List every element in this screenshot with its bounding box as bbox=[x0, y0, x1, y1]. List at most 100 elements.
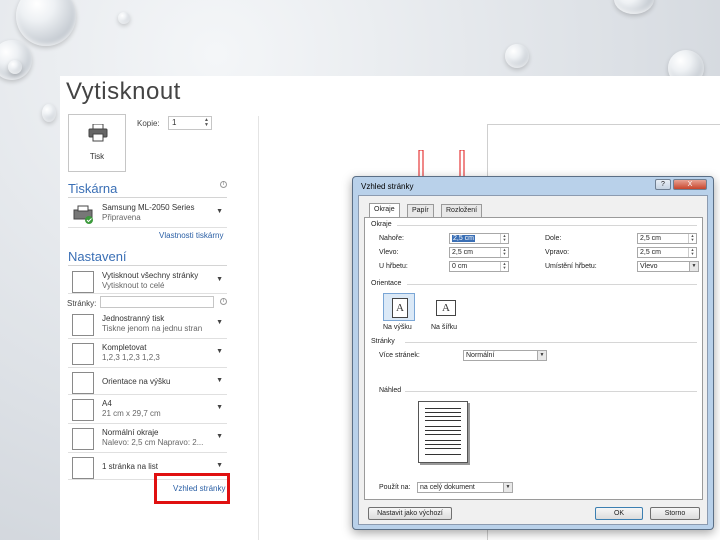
printer-section-heading: Tiskárna bbox=[68, 181, 118, 196]
setting-line1: 1 stránka na list bbox=[102, 462, 159, 471]
printer-properties-link[interactable]: Vlastnosti tiskárny bbox=[159, 231, 223, 240]
setting-line1: Vytisknout všechny stránky bbox=[102, 271, 199, 280]
document-pages-icon bbox=[72, 271, 94, 293]
one-sided-icon bbox=[72, 314, 94, 336]
preview-line bbox=[425, 448, 461, 449]
landscape-icon: A bbox=[436, 300, 456, 316]
landscape-option[interactable]: A bbox=[429, 293, 461, 321]
help-button[interactable]: ? bbox=[655, 179, 671, 190]
portrait-label: Na výšku bbox=[383, 324, 412, 331]
info-icon[interactable]: i bbox=[220, 181, 227, 188]
gutter-value: 0 cm bbox=[452, 263, 468, 270]
tab-paper[interactable]: Papír bbox=[407, 204, 434, 217]
spinner[interactable]: ▲ ▼ bbox=[688, 248, 696, 257]
chevron-down-icon: ▼ bbox=[689, 262, 698, 271]
water-drop bbox=[118, 12, 130, 24]
preview-thumbnail bbox=[418, 401, 468, 463]
setting-line2: 21 cm x 29,7 cm bbox=[102, 409, 161, 418]
highlight-box bbox=[154, 473, 230, 504]
spinner[interactable]: ▲ ▼ bbox=[500, 248, 508, 257]
gutter-position-value: Vlevo bbox=[640, 263, 658, 270]
divider bbox=[405, 342, 697, 343]
info-icon[interactable]: i bbox=[220, 298, 227, 305]
portrait-icon bbox=[72, 372, 94, 394]
paper-size-select[interactable]: A4 21 cm x 29,7 cm ▼ bbox=[68, 396, 227, 424]
print-range-select[interactable]: Vytisknout všechny stránky Vytisknout to… bbox=[68, 268, 227, 294]
ok-button[interactable]: OK bbox=[595, 507, 643, 520]
spinner[interactable]: ▲ ▼ bbox=[688, 234, 696, 243]
tab-margins[interactable]: Okraje bbox=[369, 203, 400, 218]
print-button[interactable]: Tisk bbox=[68, 114, 126, 172]
right-margin-input[interactable]: 2,5 cm ▲ ▼ bbox=[637, 247, 697, 258]
orientation-select[interactable]: Orientace na výšku ▼ bbox=[68, 369, 227, 395]
paper-size-icon bbox=[72, 399, 94, 421]
sides-select[interactable]: Jednostranný tisk Tiskne jenom na jednu … bbox=[68, 311, 227, 339]
divider bbox=[407, 284, 697, 285]
set-as-default-button[interactable]: Nastavit jako výchozí bbox=[368, 507, 452, 520]
chevron-down-icon: ▼ bbox=[503, 483, 512, 492]
portrait-option[interactable]: A bbox=[383, 293, 415, 321]
copies-input[interactable]: 1 ▲ ▼ bbox=[168, 116, 212, 130]
pages-input[interactable] bbox=[100, 296, 214, 308]
tab-layout[interactable]: Rozložení bbox=[441, 204, 483, 217]
copies-spinner[interactable]: ▲ ▼ bbox=[203, 118, 210, 128]
top-margin-input[interactable]: 2,5 cm ▲ ▼ bbox=[449, 233, 509, 244]
setting-line1: Orientace na výšku bbox=[102, 377, 171, 386]
divider bbox=[68, 265, 227, 266]
collate-icon bbox=[72, 343, 94, 365]
gutter-input[interactable]: 0 cm ▲ ▼ bbox=[449, 261, 509, 272]
chevron-down-icon: ▼ bbox=[216, 404, 223, 411]
chevron-down-icon: ▼ bbox=[216, 208, 223, 215]
collate-select[interactable]: Kompletovat 1,2,3 1,2,3 1,2,3 ▼ bbox=[68, 340, 227, 368]
dialog-title: Vzhled stránky bbox=[361, 182, 414, 191]
divider bbox=[258, 116, 259, 540]
left-margin-input[interactable]: 2,5 cm ▲ ▼ bbox=[449, 247, 509, 258]
chevron-down-icon: ▼ bbox=[216, 276, 223, 283]
apply-to-value: na celý dokument bbox=[420, 484, 475, 491]
setting-line2: Tiskne jenom na jednu stran bbox=[102, 324, 203, 333]
margins-select[interactable]: Normální okraje Nalevo: 2,5 cm Napravo: … bbox=[68, 425, 227, 453]
settings-section-heading: Nastavení bbox=[68, 249, 127, 264]
multiple-pages-select[interactable]: Normální ▼ bbox=[463, 350, 547, 361]
preview-line bbox=[425, 416, 461, 417]
cancel-button[interactable]: Storno bbox=[650, 507, 700, 520]
setting-line2: 1,2,3 1,2,3 1,2,3 bbox=[102, 353, 160, 362]
gutter-position-select[interactable]: Vlevo ▼ bbox=[637, 261, 699, 272]
setting-line1: Normální okraje bbox=[102, 428, 159, 437]
left-margin-label: Vlevo: bbox=[379, 249, 399, 256]
bottom-margin-input[interactable]: 2,5 cm ▲ ▼ bbox=[637, 233, 697, 244]
water-drop bbox=[42, 104, 56, 122]
copies-label: Kopie: bbox=[137, 119, 160, 128]
chevron-down-icon: ▼ bbox=[216, 348, 223, 355]
right-margin-label: Vpravo: bbox=[545, 249, 570, 256]
dialog-body: Okraje Papír Rozložení Okraje Nahoře: 2,… bbox=[358, 195, 708, 525]
margins-tab-panel: Okraje Nahoře: 2,5 cm ▲ ▼ Dole: 2,5 cm ▲ ▼… bbox=[364, 217, 703, 500]
setting-line1: Kompletovat bbox=[102, 343, 147, 352]
top-margin-value: 2,5 cm bbox=[452, 235, 476, 242]
page-title: Vytisknout bbox=[66, 78, 181, 105]
setting-line1: Jednostranný tisk bbox=[102, 314, 165, 323]
water-drop bbox=[8, 60, 22, 74]
divider bbox=[68, 197, 227, 198]
orientation-group-label: Orientace bbox=[371, 280, 402, 287]
preview-line bbox=[425, 412, 461, 413]
preview-group-label: Náhled bbox=[379, 387, 402, 394]
spinner[interactable]: ▲ ▼ bbox=[500, 262, 508, 271]
pages-label: Stránky: bbox=[67, 299, 97, 308]
printer-select[interactable]: Samsung ML-2050 Series Připravena ▼ bbox=[68, 200, 227, 228]
chevron-down-icon: ▼ bbox=[216, 377, 223, 384]
page-setup-dialog: Vzhled stránky ? X Okraje Papír Rozložen… bbox=[352, 176, 714, 530]
landscape-label: Na šířku bbox=[431, 324, 458, 331]
top-margin-label: Nahoře: bbox=[379, 235, 404, 242]
pages-group-label: Stránky bbox=[371, 338, 395, 345]
copies-value: 1 bbox=[172, 118, 177, 127]
spinner[interactable]: ▲ ▼ bbox=[500, 234, 508, 243]
apply-to-select[interactable]: na celý dokument ▼ bbox=[417, 482, 513, 493]
close-button[interactable]: X bbox=[673, 179, 707, 190]
preview-line bbox=[425, 444, 461, 445]
printer-icon bbox=[88, 124, 108, 142]
preview-line bbox=[425, 430, 461, 431]
bottom-margin-value: 2,5 cm bbox=[640, 235, 662, 242]
left-margin-value: 2,5 cm bbox=[452, 249, 474, 256]
setting-line2: Nalevo: 2,5 cm Napravo: 2... bbox=[102, 438, 204, 447]
